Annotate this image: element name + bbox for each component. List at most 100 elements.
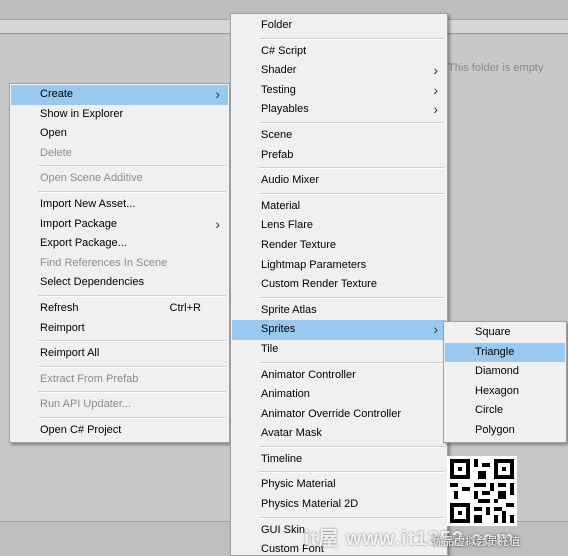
create-menu-item-shader[interactable]: Shader › bbox=[232, 61, 446, 81]
menu-item-label: Sprite Atlas bbox=[261, 303, 317, 316]
create-menu-item-sprites[interactable]: Sprites › bbox=[232, 320, 446, 340]
create-menu-item-testing[interactable]: Testing › bbox=[232, 81, 446, 101]
menu-item-label: Export Package... bbox=[40, 237, 127, 250]
context-menu: Create › Show in Explorer Open Delete Open Sc… bbox=[9, 83, 230, 443]
watermark-caption: 优品虚拟会员充值 bbox=[432, 536, 520, 548]
menu-item-label: Physic Material bbox=[261, 478, 336, 491]
context-menu-item-open-scene-additive: Open Scene Additive bbox=[11, 169, 228, 189]
menu-item-label: Animator Override Controller bbox=[261, 407, 401, 420]
menu-item-label: Avatar Mask bbox=[261, 427, 322, 440]
menu-item-label: Lightmap Parameters bbox=[261, 258, 367, 271]
menu-item-label: Material bbox=[261, 199, 301, 212]
create-menu-item-animation[interactable]: Animation bbox=[232, 385, 446, 405]
menu-item-label: Sprites bbox=[261, 323, 296, 336]
context-menu-item-select-dependencies[interactable]: Select Dependencies bbox=[11, 273, 228, 293]
create-menu-item-folder[interactable]: Folder bbox=[232, 16, 446, 36]
menu-item-label: GUI Skin bbox=[261, 523, 306, 536]
create-menu-item-material[interactable]: Material bbox=[232, 197, 446, 217]
menu-item-label: Open bbox=[40, 127, 67, 140]
create-menu-item-avatar-mask[interactable]: Avatar Mask bbox=[232, 424, 446, 444]
menu-item-label: Diamond bbox=[475, 365, 520, 378]
menu-item-label: Tile bbox=[261, 342, 279, 355]
menu-item-label: Circle bbox=[475, 404, 504, 417]
empty-folder-message: This folder is empty bbox=[448, 62, 544, 74]
sprites-submenu: Square Triangle Diamond Hexagon Circle Polygo… bbox=[443, 321, 567, 443]
menu-item-label: Find References In Scene bbox=[40, 256, 168, 269]
context-menu-item-create[interactable]: Create › bbox=[11, 85, 228, 105]
context-menu-item-reimport-all[interactable]: Reimport All bbox=[11, 344, 228, 364]
menu-item-label: Polygon bbox=[475, 423, 515, 436]
menu-item-shortcut: Ctrl+R bbox=[169, 301, 201, 314]
menu-item-label: Testing bbox=[261, 83, 296, 96]
create-menu-item-physics-material-2d[interactable]: Physics Material 2D bbox=[232, 495, 446, 515]
create-menu-item-animator-override-controller[interactable]: Animator Override Controller bbox=[232, 405, 446, 425]
menu-item-label: Prefab bbox=[261, 148, 294, 161]
chevron-right-icon: › bbox=[433, 101, 438, 118]
sprites-menu-item-square[interactable]: Square bbox=[445, 323, 565, 343]
menu-item-label: Delete bbox=[40, 146, 72, 159]
sprites-menu-item-triangle[interactable]: Triangle bbox=[445, 342, 565, 363]
menu-item-label: C# Script bbox=[261, 44, 307, 57]
menu-item-label: Hexagon bbox=[475, 384, 520, 397]
sprites-menu-item-polygon[interactable]: Polygon bbox=[445, 421, 565, 441]
context-menu-item-export-package[interactable]: Export Package... bbox=[11, 234, 228, 254]
menu-item-label: Extract From Prefab bbox=[40, 372, 139, 385]
menu-item-label: Create bbox=[40, 88, 74, 100]
chevron-right-icon: › bbox=[215, 215, 220, 232]
context-menu-item-show-in-explorer[interactable]: Show in Explorer bbox=[11, 105, 228, 125]
create-menu-item-sprite-atlas[interactable]: Sprite Atlas bbox=[232, 301, 446, 321]
menu-item-label: Audio Mixer bbox=[261, 174, 320, 187]
menu-item-label: Render Texture bbox=[261, 238, 337, 251]
create-menu-item-tile[interactable]: Tile bbox=[232, 340, 446, 360]
create-submenu: Folder C# Script Shader › Testing › Playables ›… bbox=[230, 13, 448, 556]
create-menu-item-animator-controller[interactable]: Animator Controller bbox=[232, 366, 446, 386]
context-menu-item-open[interactable]: Open bbox=[11, 124, 228, 144]
menu-item-label: Run API Updater... bbox=[40, 398, 132, 411]
create-menu-item-prefab[interactable]: Prefab bbox=[232, 146, 446, 166]
sprites-menu-item-hexagon[interactable]: Hexagon bbox=[445, 382, 565, 402]
menu-item-label: Refresh bbox=[40, 301, 79, 314]
context-menu-item-import-package[interactable]: Import Package › bbox=[11, 215, 228, 235]
sprites-menu-item-circle[interactable]: Circle bbox=[445, 401, 565, 421]
menu-item-label: Playables bbox=[261, 103, 309, 116]
create-menu-item-physic-material[interactable]: Physic Material bbox=[232, 475, 446, 495]
create-menu-item-lightmap-parameters[interactable]: Lightmap Parameters bbox=[232, 256, 446, 276]
menu-item-label: Import New Asset... bbox=[40, 197, 136, 210]
context-menu-item-run-api-updater: Run API Updater... bbox=[11, 395, 228, 415]
chevron-right-icon: › bbox=[433, 81, 438, 98]
menu-item-label: Lens Flare bbox=[261, 219, 313, 232]
create-menu-item-audio-mixer[interactable]: Audio Mixer bbox=[232, 171, 446, 191]
menu-item-label: Select Dependencies bbox=[40, 276, 144, 289]
menu-item-label: Square bbox=[475, 326, 511, 338]
context-menu-item-import-new-asset[interactable]: Import New Asset... bbox=[11, 195, 228, 215]
menu-item-label: Custom Render Texture bbox=[261, 278, 377, 291]
sprites-menu-item-diamond[interactable]: Diamond bbox=[445, 362, 565, 382]
menu-item-label: Reimport All bbox=[40, 347, 100, 360]
create-menu-item-c-script[interactable]: C# Script bbox=[232, 42, 446, 62]
context-menu-item-find-references-in-scene: Find References In Scene bbox=[11, 254, 228, 274]
menu-item-label: Animator Controller bbox=[261, 368, 356, 381]
menu-item-label: Animation bbox=[261, 388, 310, 401]
menu-item-label: Reimport bbox=[40, 321, 85, 334]
create-menu-item-custom-render-texture[interactable]: Custom Render Texture bbox=[232, 275, 446, 295]
create-menu-item-lens-flare[interactable]: Lens Flare bbox=[232, 216, 446, 236]
chevron-right-icon: › bbox=[433, 321, 438, 338]
menu-item-label: Timeline bbox=[261, 452, 303, 465]
create-menu-item-timeline[interactable]: Timeline bbox=[232, 450, 446, 470]
create-menu-item-render-texture[interactable]: Render Texture bbox=[232, 236, 446, 256]
menu-item-label: Physics Material 2D bbox=[261, 498, 359, 511]
context-menu-item-delete: Delete bbox=[11, 144, 228, 164]
menu-item-label: Triangle bbox=[475, 345, 515, 358]
context-menu-item-refresh[interactable]: Refresh Ctrl+R bbox=[11, 299, 228, 319]
menu-item-label: Show in Explorer bbox=[40, 107, 124, 120]
create-menu-item-playables[interactable]: Playables › bbox=[232, 100, 446, 120]
menu-item-label: Open Scene Additive bbox=[40, 172, 143, 185]
context-menu-item-extract-from-prefab: Extract From Prefab bbox=[11, 370, 228, 390]
context-menu-item-reimport[interactable]: Reimport bbox=[11, 319, 228, 339]
create-menu-item-scene[interactable]: Scene bbox=[232, 126, 446, 146]
context-menu-item-open-c-project[interactable]: Open C# Project bbox=[11, 421, 228, 441]
chevron-right-icon: › bbox=[215, 86, 220, 102]
menu-item-label: Open C# Project bbox=[40, 423, 122, 436]
menu-item-label: Folder bbox=[261, 19, 293, 31]
menu-item-label: Scene bbox=[261, 128, 293, 141]
